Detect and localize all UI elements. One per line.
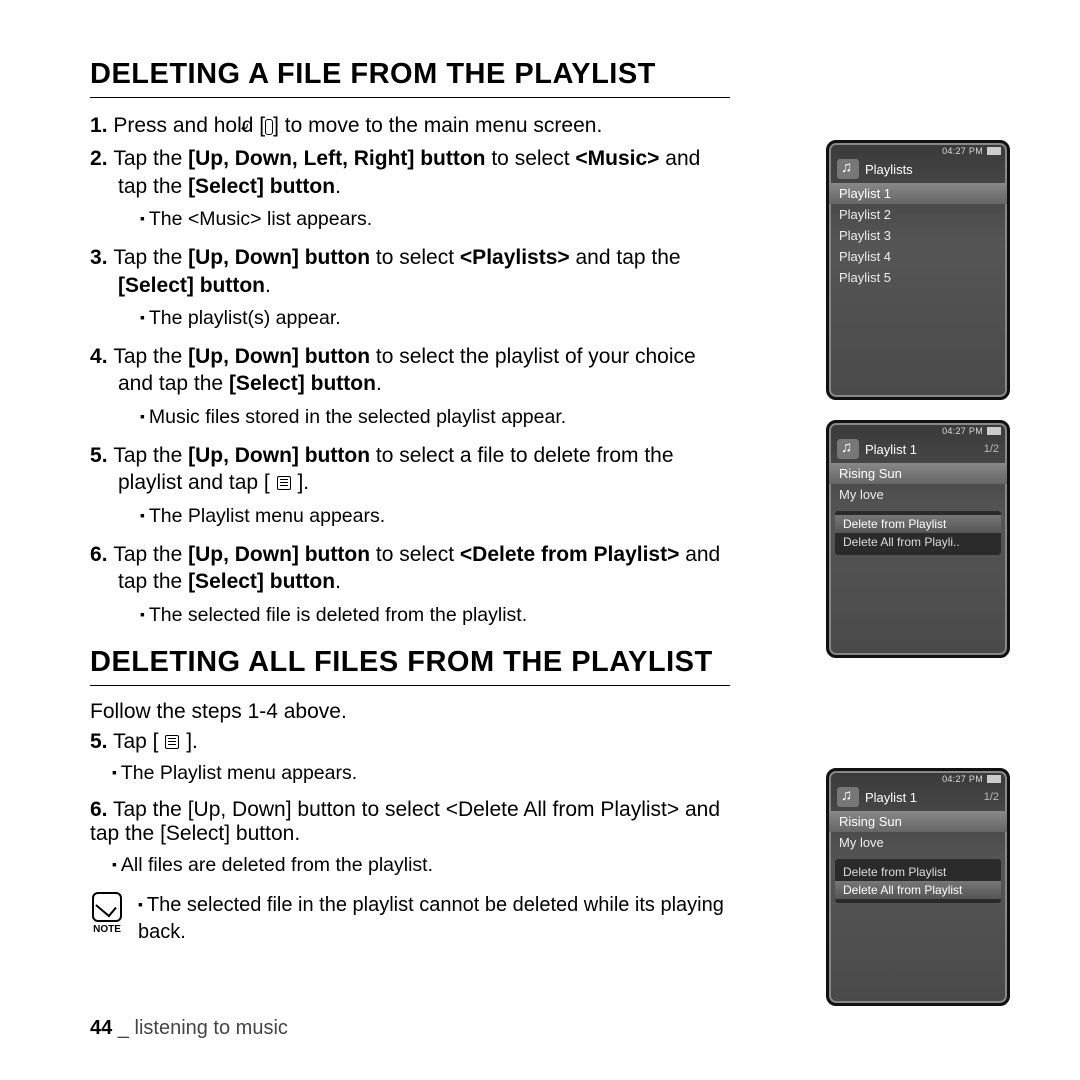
music-icon [837, 159, 859, 179]
step2-6-sub: All files are deleted from the playlist. [112, 852, 730, 878]
menu-icon [277, 476, 291, 490]
list-item[interactable]: Playlist 3 [829, 225, 1007, 246]
music-icon [837, 787, 859, 807]
device-screenshot-delete-from: 04:27 PM Playlist 1 1/2 Rising Sun My lo… [826, 420, 1010, 658]
device-count: 1/2 [984, 791, 999, 803]
note-label: NOTE [90, 924, 124, 935]
battery-icon [987, 147, 1001, 155]
step2-5-sub: The Playlist menu appears. [112, 760, 730, 786]
list-item[interactable]: My love [829, 832, 1007, 853]
list-item[interactable]: My love [829, 484, 1007, 505]
menu-item-delete-all-from-playlist[interactable]: Delete All from Playlist [835, 881, 1001, 899]
device-title: Playlist 1 [865, 790, 917, 805]
list-item[interactable]: Playlist 4 [829, 246, 1007, 267]
note-text: The selected file in the playlist cannot… [138, 892, 730, 946]
step-1: Press and hold [⤶] to move to the main m… [90, 112, 730, 139]
step-2-sub: The <Music> list appears. [140, 206, 730, 232]
list-item[interactable]: Playlist 5 [829, 267, 1007, 288]
list-item[interactable]: Playlist 2 [829, 204, 1007, 225]
step-5-sub: The Playlist menu appears. [140, 503, 730, 529]
menu-item-delete-from-playlist[interactable]: Delete from Playlist [835, 515, 1001, 533]
note-icon [92, 892, 122, 922]
section-title-delete-file: DELETING A FILE FROM THE PLAYLIST [90, 58, 730, 98]
context-menu: Delete from Playlist Delete All from Pla… [835, 859, 1001, 903]
steps-delete-file: Press and hold [⤶] to move to the main m… [90, 112, 730, 628]
step-2: Tap the [Up, Down, Left, Right] button t… [90, 145, 730, 232]
menu-item-delete-from-playlist[interactable]: Delete from Playlist [835, 863, 1001, 881]
follow-steps-line: Follow the steps 1-4 above. [90, 700, 730, 724]
list-item[interactable]: Playlist 1 [829, 183, 1007, 204]
step2-6: 6. Tap the [Up, Down] button to select <… [90, 798, 730, 846]
back-icon: ⤶ [265, 119, 273, 135]
step-6: Tap the [Up, Down] button to select <Del… [90, 541, 730, 628]
device-time: 04:27 PM [942, 426, 983, 436]
device-screenshot-playlists: 04:27 PM Playlists Playlist 1 Playlist 2… [826, 140, 1010, 400]
step-3-sub: The playlist(s) appear. [140, 305, 730, 331]
list-item[interactable]: Rising Sun [829, 463, 1007, 484]
note-badge: NOTE [90, 892, 124, 935]
note-row: NOTE The selected file in the playlist c… [90, 892, 730, 946]
device-count: 1/2 [984, 443, 999, 455]
context-menu: Delete from Playlist Delete All from Pla… [835, 511, 1001, 555]
menu-item-delete-all-from-playlist[interactable]: Delete All from Playli.. [835, 533, 1001, 551]
device-title: Playlist 1 [865, 442, 917, 457]
battery-icon [987, 427, 1001, 435]
list-item[interactable]: Rising Sun [829, 811, 1007, 832]
page-footer: 44 _ listening to music [90, 1017, 288, 1040]
music-icon [837, 439, 859, 459]
step-4-sub: Music files stored in the selected playl… [140, 404, 730, 430]
device-title: Playlists [865, 162, 913, 177]
battery-icon [987, 775, 1001, 783]
section-title-delete-all: DELETING ALL FILES FROM THE PLAYLIST [90, 646, 730, 686]
step2-5: 5. Tap [ ]. [90, 730, 730, 754]
footer-section: listening to music [135, 1017, 288, 1039]
device-time: 04:27 PM [942, 774, 983, 784]
step-3: Tap the [Up, Down] button to select <Pla… [90, 244, 730, 331]
playlists-list: Playlist 1 Playlist 2 Playlist 3 Playlis… [829, 183, 1007, 288]
page-number: 44 [90, 1017, 112, 1039]
step-5: Tap the [Up, Down] button to select a fi… [90, 442, 730, 529]
step-4: Tap the [Up, Down] button to select the … [90, 343, 730, 430]
device-screenshot-delete-all: 04:27 PM Playlist 1 1/2 Rising Sun My lo… [826, 768, 1010, 1006]
menu-icon [165, 735, 179, 749]
device-time: 04:27 PM [942, 146, 983, 156]
step-6-sub: The selected file is deleted from the pl… [140, 602, 730, 628]
